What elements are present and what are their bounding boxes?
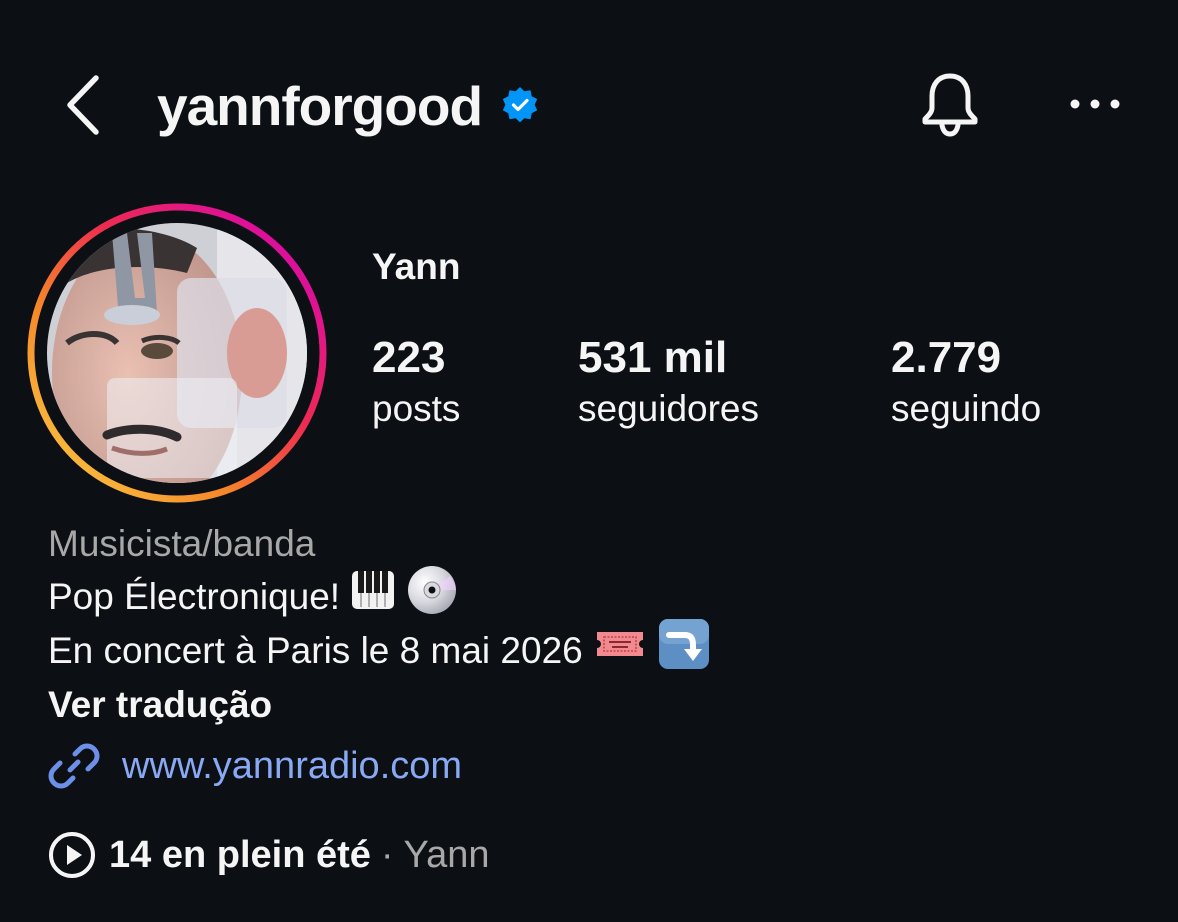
music-title: 14 en plein été xyxy=(109,833,371,876)
notifications-button[interactable] xyxy=(914,68,986,140)
profile-avatar[interactable] xyxy=(27,203,327,503)
translate-button[interactable]: Ver tradução xyxy=(48,678,1148,732)
admission-tickets-icon xyxy=(593,622,647,681)
avatar xyxy=(27,203,327,503)
posts-label: posts xyxy=(372,388,461,429)
username: yannforgood xyxy=(157,75,483,137)
more-horizontal-icon xyxy=(1070,99,1120,109)
followers-label: seguidores xyxy=(578,388,760,429)
website-link[interactable]: www.yannradio.com xyxy=(48,736,1148,796)
username-header: yannforgood xyxy=(157,68,540,144)
bio-line-2: En concert à Paris le 8 mai 2026 xyxy=(48,618,1148,681)
arrow-curving-down-icon xyxy=(657,617,711,686)
music-separator: · xyxy=(380,833,394,876)
profile-music[interactable]: 14 en plein été · Yann xyxy=(47,826,489,884)
musical-keyboard-icon xyxy=(350,567,396,628)
top-bar: yannforgood xyxy=(0,0,1178,210)
play-circle-icon xyxy=(49,832,95,878)
bio-section: Musicista/banda Pop Électronique! En con… xyxy=(48,518,1148,796)
followers-count: 531 mil xyxy=(578,333,728,382)
stat-following[interactable]: 2.779 seguindo xyxy=(891,332,1041,435)
stat-posts[interactable]: 223 posts xyxy=(372,332,460,435)
posts-count: 223 xyxy=(372,333,446,382)
link-icon xyxy=(48,743,100,789)
dvd-icon xyxy=(406,564,458,631)
website-link-text: www.yannradio.com xyxy=(122,744,463,787)
verified-badge-icon xyxy=(502,87,538,123)
more-options-button[interactable] xyxy=(1063,84,1127,124)
bell-icon xyxy=(922,73,978,137)
stat-followers[interactable]: 531 mil seguidores xyxy=(578,332,759,435)
bio-line-2-text: En concert à Paris le 8 mai 2026 xyxy=(48,630,583,671)
following-count: 2.779 xyxy=(891,333,1002,382)
chevron-left-icon xyxy=(67,75,99,135)
music-artist: Yann xyxy=(403,833,490,876)
profile-category: Musicista/banda xyxy=(48,523,316,564)
following-label: seguindo xyxy=(891,388,1042,429)
bio-line-1-text: Pop Électronique! xyxy=(48,576,341,617)
bio-line-1: Pop Électronique! xyxy=(48,565,1148,624)
back-button[interactable] xyxy=(58,70,114,140)
display-name: Yann xyxy=(372,246,461,287)
